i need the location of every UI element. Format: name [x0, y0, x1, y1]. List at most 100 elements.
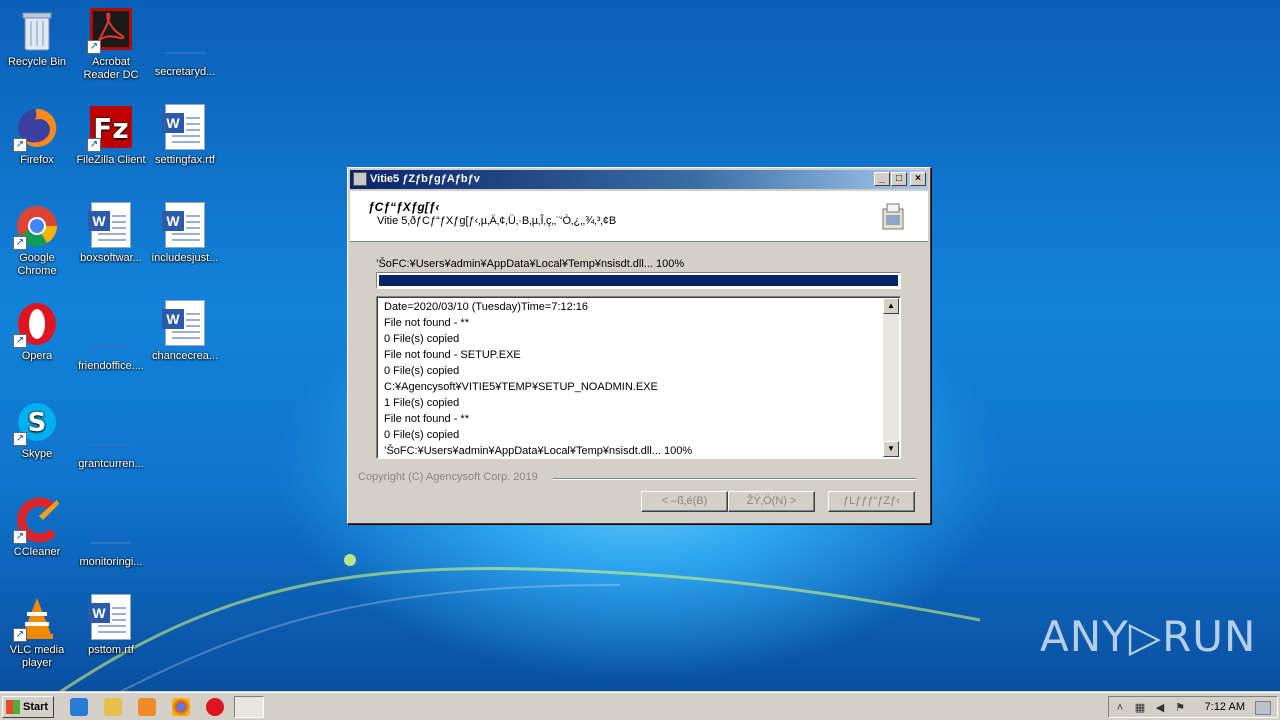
desktop: Recycle Bin ↗ Firefox ↗ Google Chrome ↗ …	[0, 0, 1280, 692]
log-list: Date=2020/03/10 (Tuesday)Time=7:12:16 Fil…	[377, 297, 882, 459]
desktop-icon-label: Firefox	[20, 154, 54, 166]
close-button[interactable]: ×	[910, 172, 926, 186]
start-label: Start	[23, 701, 49, 713]
show-hidden-icons-icon[interactable]: ˄	[1113, 701, 1127, 715]
desktop-icon-label: monitoringi...	[79, 556, 143, 568]
desktop-icon-label: includesjust...	[151, 252, 219, 264]
log-line: Date=2020/03/10 (Tuesday)Time=7:12:16	[384, 301, 589, 313]
log-line: File not found - SETUP.EXE	[384, 349, 521, 361]
log-line: 0 File(s) copied	[384, 333, 460, 345]
progress-bar	[376, 272, 901, 289]
clock[interactable]: 7:12 AM	[1205, 701, 1245, 713]
firefox-icon: ↗	[13, 104, 61, 152]
ccleaner-icon: ↗	[13, 496, 61, 544]
volume-icon[interactable]: ◀	[1153, 701, 1167, 715]
desktop-icon-label: Opera	[21, 350, 53, 362]
show-desktop-button[interactable]	[1255, 701, 1271, 715]
acrobat-icon: ↗	[87, 6, 135, 54]
shortcut-arrow-icon: ↗	[13, 530, 27, 544]
desktop-icon-skype[interactable]: S ↗ Skype	[0, 398, 74, 461]
desktop-icon-vlc[interactable]: ↗ VLC media player	[0, 594, 74, 670]
shortcut-arrow-icon: ↗	[13, 432, 27, 446]
header-subtitle: Vitie 5‚ðƒCƒ“ƒXƒg[ƒ‹‚µ‚Ä‚¢‚Ü‚·B‚µ‚Î‚ç‚­‚…	[377, 215, 617, 227]
cancel-button[interactable]: ƒLƒƒƒ“ƒZƒ‹	[828, 491, 915, 512]
file-explorer-icon[interactable]	[104, 698, 122, 716]
desktop-icon-recycle-bin[interactable]: Recycle Bin	[0, 6, 74, 69]
internet-explorer-icon[interactable]	[70, 698, 88, 716]
desktop-icon-psttom[interactable]: W psttom.rtf	[74, 594, 148, 657]
filezilla-icon: Fz ↗	[87, 104, 135, 152]
details-log[interactable]: Date=2020/03/10 (Tuesday)Time=7:12:16 Fil…	[376, 296, 901, 459]
desktop-icon-includesjust[interactable]: W includesjust...	[148, 202, 222, 265]
installer-taskbar-button[interactable]	[234, 696, 264, 718]
log-line: 1 File(s) copied	[384, 397, 460, 409]
maximize-button[interactable]: □	[891, 172, 907, 186]
copyright-text: Copyright (C) Agencysoft Corp. 2019	[358, 471, 538, 483]
shortcut-arrow-icon: ↗	[87, 138, 101, 152]
media-player-icon[interactable]	[138, 698, 156, 716]
shortcut-arrow-icon: ↗	[13, 138, 27, 152]
word-document-icon: W	[161, 300, 209, 348]
footer-separator	[553, 478, 916, 480]
progress-fill	[379, 275, 898, 286]
status-path-text: ’ŠoFC:¥Users¥admin¥AppData¥Local¥Temp¥ns…	[376, 258, 685, 270]
desktop-icon-label: boxsoftwar...	[80, 252, 142, 264]
installer-box-icon	[882, 203, 904, 230]
desktop-icon-label: secretaryd...	[154, 66, 216, 78]
network-icon[interactable]: ▦	[1133, 701, 1147, 715]
shortcut-arrow-icon: ↗	[13, 628, 27, 642]
log-line: 0 File(s) copied	[384, 365, 460, 377]
dialog-titlebar[interactable]: Vitie5 ƒZƒbƒgƒAƒbƒv _ □ ×	[350, 170, 928, 189]
log-line: ’ŠoFC:¥Users¥admin¥AppData¥Local¥Temp¥ns…	[384, 445, 693, 457]
desktop-icon-label: Recycle Bin	[7, 56, 67, 68]
word-document-icon: W	[161, 202, 209, 250]
desktop-icon-label: friendoffice....	[78, 360, 144, 372]
svg-text:S: S	[28, 408, 47, 438]
desktop-icon-label: chancecrea...	[151, 350, 219, 362]
desktop-icon-friendoffice[interactable]: friendoffice....	[74, 300, 148, 373]
installer-app-icon	[353, 172, 367, 186]
desktop-icon-google-chrome[interactable]: ↗ Google Chrome	[0, 202, 74, 278]
desktop-icon-grantcurren[interactable]: grantcurren...	[74, 398, 148, 471]
desktop-icon-label: VLC media player	[9, 644, 65, 669]
blank-file-icon	[161, 16, 209, 64]
desktop-icon-ccleaner[interactable]: ↗ CCleaner	[0, 496, 74, 559]
minimize-button[interactable]: _	[874, 172, 890, 186]
desktop-icon-label: FileZilla Client	[76, 154, 146, 166]
desktop-icon-chancecrea[interactable]: W chancecrea...	[148, 300, 222, 363]
desktop-icon-label: grantcurren...	[78, 458, 144, 470]
word-document-icon: W	[87, 202, 135, 250]
taskbar: Start ˄ ▦ ◀ ⚑ 7:12 AM	[0, 692, 1280, 720]
desktop-icon-label: Skype	[21, 448, 53, 460]
shortcut-arrow-icon: ↗	[87, 40, 101, 54]
start-button[interactable]: Start	[2, 696, 54, 718]
dialog-title: Vitie5 ƒZƒbƒgƒAƒbƒv	[370, 173, 480, 185]
desktop-icon-label: settingfax.rtf	[155, 154, 215, 166]
shortcut-arrow-icon: ↗	[13, 236, 27, 250]
desktop-icon-acrobat-reader[interactable]: ↗ Acrobat Reader DC	[74, 6, 148, 82]
opera-icon: ↗	[13, 300, 61, 348]
opera-taskbar-icon[interactable]	[206, 698, 224, 716]
desktop-icon-settingfax[interactable]: W settingfax.rtf	[148, 104, 222, 167]
action-center-flag-icon[interactable]: ⚑	[1173, 701, 1187, 715]
windows-logo-icon	[6, 700, 20, 714]
word-document-icon: W	[87, 594, 135, 642]
desktop-icon-monitoringi[interactable]: monitoringi...	[74, 496, 148, 569]
next-button[interactable]: ŽŸ‚Ö(N) >	[728, 491, 815, 512]
word-document-icon: W	[161, 104, 209, 152]
desktop-icon-firefox[interactable]: ↗ Firefox	[0, 104, 74, 167]
desktop-icon-secretaryd[interactable]: secretaryd...	[148, 6, 222, 79]
desktop-icon-label: CCleaner	[13, 546, 61, 558]
installer-dialog: Vitie5 ƒZƒbƒgƒAƒbƒv _ □ × ƒCƒ“ƒXƒg[ƒ‹ Vi…	[347, 167, 931, 524]
chrome-taskbar-icon[interactable]	[172, 698, 190, 716]
header-title: ƒCƒ“ƒXƒg[ƒ‹	[368, 200, 440, 214]
back-button[interactable]: < –ß‚é(B)	[641, 491, 728, 512]
desktop-icon-opera[interactable]: ↗ Opera	[0, 300, 74, 363]
scroll-down-arrow-icon[interactable]: ▼	[883, 441, 899, 457]
desktop-icon-label: Acrobat Reader DC	[83, 56, 139, 81]
desktop-icon-boxsoftware[interactable]: W boxsoftwar...	[74, 202, 148, 265]
log-scrollbar[interactable]: ▲ ▼	[883, 298, 899, 457]
desktop-icon-filezilla[interactable]: Fz ↗ FileZilla Client	[74, 104, 148, 167]
blank-file-icon	[87, 408, 135, 456]
scroll-up-arrow-icon[interactable]: ▲	[883, 298, 899, 314]
